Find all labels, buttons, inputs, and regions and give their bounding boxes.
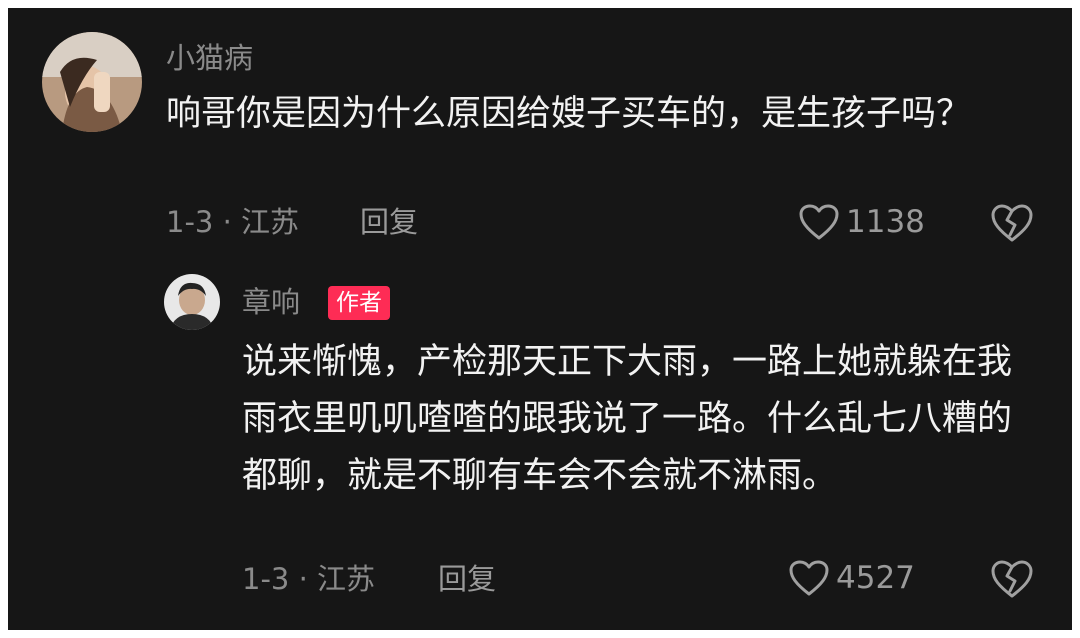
like-count: 1138 — [846, 204, 925, 240]
broken-heart-icon — [990, 203, 1034, 243]
dislike-button[interactable] — [990, 203, 1034, 247]
comment-username[interactable]: 小猫病 — [166, 40, 253, 76]
comment-thread: 小猫病 响哥你是因为什么原因给嫂子买车的，是生孩子吗？ 1-3 · 江苏 回复 … — [8, 8, 1072, 630]
comment-item: 小猫病 响哥你是因为什么原因给嫂子买车的，是生孩子吗？ 1-3 · 江苏 回复 … — [8, 8, 1072, 268]
like-count: 4527 — [836, 560, 915, 596]
heart-outline-icon — [798, 203, 840, 241]
dislike-button[interactable] — [990, 559, 1034, 603]
reply-button[interactable]: 回复 — [360, 204, 418, 240]
user-photo-avatar — [42, 32, 142, 132]
comment-text: 响哥你是因为什么原因给嫂子买车的，是生孩子吗？ — [166, 94, 972, 134]
comment-meta: 1-3 · 江苏 — [166, 205, 300, 239]
like-button[interactable]: 1138 — [798, 203, 925, 241]
author-badge: 作者 — [328, 286, 390, 320]
comment-meta: 1-3 · 江苏 — [242, 562, 376, 596]
author-avatar[interactable] — [164, 274, 220, 330]
reply-button[interactable]: 回复 — [438, 561, 496, 597]
reply-comment-item: 章响 作者 说来惭愧，产检那天正下大雨，一路上她就躲在我雨衣里叽叽喳喳的跟我说了… — [8, 268, 1072, 630]
broken-heart-icon — [990, 559, 1034, 599]
like-button[interactable]: 4527 — [788, 559, 915, 597]
comment-text: 说来惭愧，产检那天正下大雨，一路上她就躲在我雨衣里叽叽喳喳的跟我说了一路。什么乱… — [242, 342, 1013, 496]
comment-username[interactable]: 章响 — [242, 284, 300, 320]
user-photo-avatar — [164, 274, 220, 330]
user-avatar[interactable] — [42, 32, 142, 132]
heart-outline-icon — [788, 559, 830, 597]
